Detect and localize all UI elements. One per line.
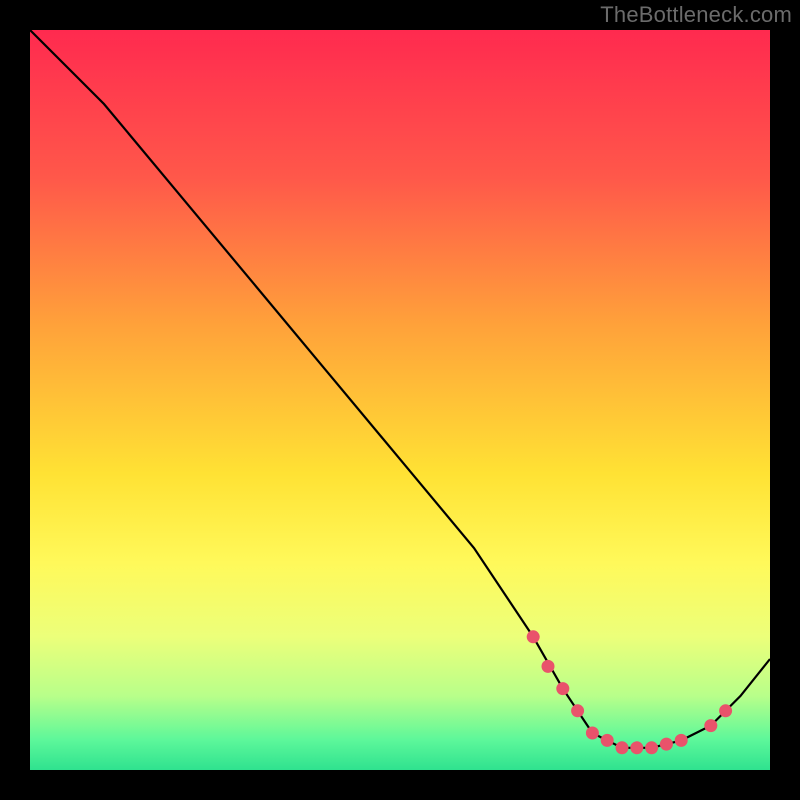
highlight-dot bbox=[704, 719, 717, 732]
highlight-dot bbox=[556, 682, 569, 695]
highlight-dot bbox=[645, 741, 658, 754]
highlight-dot bbox=[542, 660, 555, 673]
chart-frame: TheBottleneck.com bbox=[0, 0, 800, 800]
highlight-dot bbox=[616, 741, 629, 754]
highlight-dot bbox=[660, 738, 673, 751]
bottleneck-chart bbox=[0, 0, 800, 800]
plot-background bbox=[30, 30, 770, 770]
highlight-dot bbox=[586, 727, 599, 740]
highlight-dot bbox=[630, 741, 643, 754]
highlight-dot bbox=[719, 704, 732, 717]
watermark-text: TheBottleneck.com bbox=[600, 2, 792, 28]
highlight-dot bbox=[675, 734, 688, 747]
highlight-dot bbox=[571, 704, 584, 717]
highlight-dot bbox=[527, 630, 540, 643]
highlight-dot bbox=[601, 734, 614, 747]
